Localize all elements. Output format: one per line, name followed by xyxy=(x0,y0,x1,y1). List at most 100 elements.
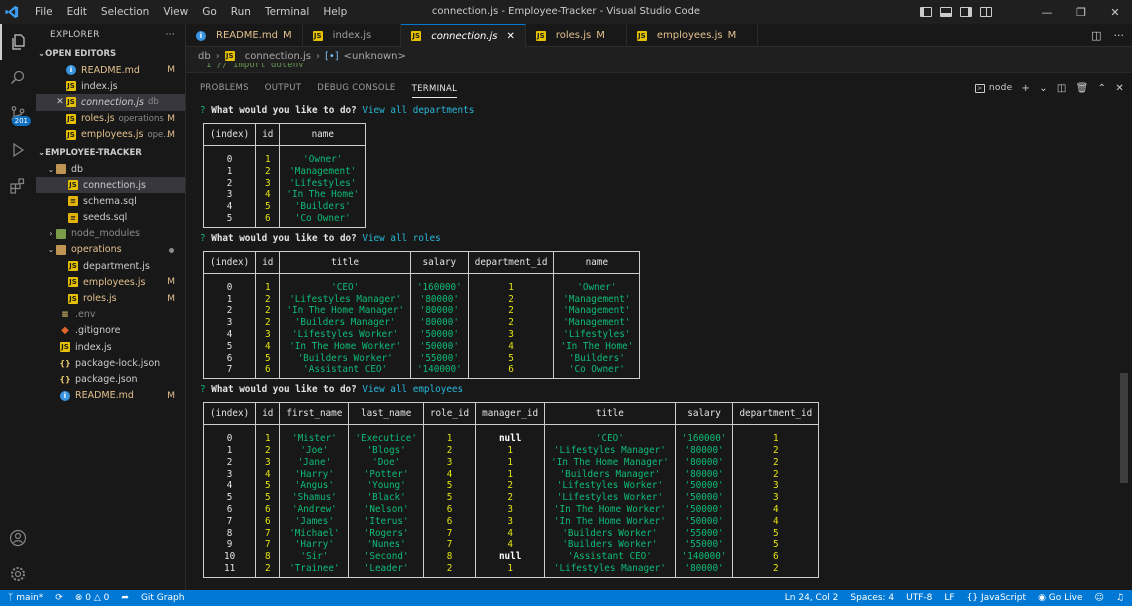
folder-node-modules[interactable]: › node_modules xyxy=(36,226,185,242)
feedback-icon[interactable]: ☺ xyxy=(1095,593,1104,603)
tab-output[interactable]: OUTPUT xyxy=(265,73,301,103)
open-editor-index[interactable]: JS index.js xyxy=(36,78,185,94)
breadcrumb-folder[interactable]: db xyxy=(198,51,211,62)
table-cell: '140000' xyxy=(674,551,734,563)
indentation[interactable]: Spaces: 4 xyxy=(850,593,894,603)
close-tab-icon[interactable]: ✕ xyxy=(506,31,514,42)
line-ending[interactable]: LF xyxy=(944,593,954,603)
settings-gear-icon[interactable] xyxy=(0,556,36,592)
restore-icon[interactable]: ❐ xyxy=(1064,0,1098,24)
close-window-icon[interactable]: ✕ xyxy=(1098,0,1132,24)
chevron-down-icon[interactable]: ⌄ xyxy=(1039,83,1048,94)
file-package-lock[interactable]: {} package-lock.json xyxy=(36,355,185,371)
customize-layout-icon[interactable] xyxy=(980,7,992,17)
close-editor-icon[interactable]: ✕ xyxy=(54,97,66,107)
table-cell: 2 xyxy=(255,165,281,178)
account-icon[interactable] xyxy=(0,520,36,556)
open-editors-section[interactable]: ⌄ OPEN EDITORS xyxy=(36,46,185,62)
table-cell: 'Owner' xyxy=(279,145,367,166)
tab-connection[interactable]: JS connection.js ✕ xyxy=(401,24,526,47)
file-gitignore[interactable]: ◆ .gitignore xyxy=(36,323,185,339)
terminal-scrollbar[interactable] xyxy=(1120,373,1128,483)
column-header: title xyxy=(544,402,676,426)
file-seeds[interactable]: ≡ seeds.sql xyxy=(36,210,185,226)
tab-debug-console[interactable]: DEBUG CONSOLE xyxy=(317,73,395,103)
menu-help[interactable]: Help xyxy=(316,0,354,24)
breadcrumb-file[interactable]: connection.js xyxy=(245,51,311,62)
search-icon[interactable] xyxy=(0,60,36,96)
terminal-selector[interactable]: > node xyxy=(974,83,1013,93)
menu-view[interactable]: View xyxy=(156,0,195,24)
live-share-icon[interactable]: ➦ xyxy=(121,593,129,603)
tab-problems[interactable]: PROBLEMS xyxy=(200,73,249,103)
tab-index[interactable]: JS index.js xyxy=(303,24,402,47)
column-header: (index) xyxy=(202,402,257,426)
table-cell: 'Executice' xyxy=(348,424,424,445)
file-index[interactable]: JS index.js xyxy=(36,339,185,355)
menu-selection[interactable]: Selection xyxy=(94,0,156,24)
file-package[interactable]: {} package.json xyxy=(36,371,185,387)
breadcrumb-symbol[interactable]: <unknown> xyxy=(344,51,406,62)
open-editor-name: README.md xyxy=(81,64,140,76)
table-cell: 5 xyxy=(422,480,477,493)
file-roles[interactable]: JS roles.js M xyxy=(36,290,185,306)
extensions-icon[interactable] xyxy=(0,168,36,204)
problems-status[interactable]: ⊗ 0 △ 0 xyxy=(75,593,110,603)
source-control-icon[interactable]: 201 xyxy=(0,96,36,132)
toggle-primary-sidebar-icon[interactable] xyxy=(920,7,932,17)
table-row: 8 7 'Michael' 'Rogers' 7 4 'Builders Worker' '5… xyxy=(202,527,820,540)
new-terminal-icon[interactable]: + xyxy=(1022,83,1031,94)
folder-db[interactable]: ⌄ db xyxy=(36,161,185,177)
language-mode[interactable]: {} JavaScript xyxy=(967,593,1026,603)
toggle-secondary-sidebar-icon[interactable] xyxy=(960,7,972,17)
file-schema[interactable]: ≡ schema.sql xyxy=(36,193,185,209)
go-live-button[interactable]: ◉ Go Live xyxy=(1038,593,1082,603)
run-debug-icon[interactable] xyxy=(0,132,36,168)
menu-terminal[interactable]: Terminal xyxy=(258,0,316,24)
menu-file[interactable]: File xyxy=(28,0,60,24)
menu-edit[interactable]: Edit xyxy=(60,0,94,24)
table-cell: 0 xyxy=(202,424,257,445)
cursor-position[interactable]: Ln 24, Col 2 xyxy=(785,593,839,603)
file-readme[interactable]: i README.md M xyxy=(36,388,185,404)
project-section[interactable]: ⌄ EMPLOYEE-TRACKER xyxy=(36,145,185,161)
file-employees[interactable]: JS employees.js M xyxy=(36,274,185,290)
notifications-bell-icon[interactable]: ♫ xyxy=(1116,593,1124,603)
menu-run[interactable]: Run xyxy=(224,0,258,24)
more-actions-icon[interactable]: ··· xyxy=(166,30,175,40)
split-editor-icon[interactable]: ◫ xyxy=(1091,29,1101,42)
table-cell: 2 xyxy=(255,317,281,329)
split-terminal-icon[interactable]: ◫ xyxy=(1057,83,1067,94)
tab-terminal[interactable]: TERMINAL xyxy=(411,80,458,98)
trash-icon[interactable]: 🗑 xyxy=(1076,83,1089,94)
maximize-panel-icon[interactable]: ⌃ xyxy=(1098,83,1107,94)
table-row: 11 2 'Trainee' 'Leader' 2 1 'Lifestyles Manage… xyxy=(202,562,820,578)
tab-employees[interactable]: JS employees.js M xyxy=(627,24,759,47)
file-name: package.json xyxy=(75,373,138,385)
sync-icon[interactable]: ⟳ xyxy=(55,593,63,603)
tab-readme[interactable]: i README.md M xyxy=(186,24,303,47)
open-editor-employees[interactable]: JS employees.js ope... M xyxy=(36,127,185,143)
table-cell: 2 xyxy=(732,456,820,469)
toggle-panel-icon[interactable] xyxy=(940,7,952,17)
terminal-output[interactable]: ? What would you like to do? View all de… xyxy=(200,105,1120,589)
minimize-icon[interactable]: — xyxy=(1030,0,1064,24)
open-editors-label: OPEN EDITORS xyxy=(45,49,117,59)
file-connection[interactable]: JS connection.js xyxy=(36,177,185,194)
table-cell: 'Lifestyles Worker' xyxy=(544,492,676,504)
encoding[interactable]: UTF-8 xyxy=(906,593,932,603)
folder-operations[interactable]: ⌄ operations xyxy=(36,242,185,258)
branch-status[interactable]: ᛉ main* xyxy=(8,593,43,603)
open-editor-connection[interactable]: ✕ JS connection.js db xyxy=(36,94,185,111)
open-editor-roles[interactable]: JS roles.js operations M xyxy=(36,111,185,127)
menu-go[interactable]: Go xyxy=(195,0,224,24)
tab-roles[interactable]: JS roles.js M xyxy=(526,24,627,47)
open-editor-readme[interactable]: i README.md M xyxy=(36,62,185,78)
close-panel-icon[interactable]: ✕ xyxy=(1115,83,1124,94)
git-graph-button[interactable]: Git Graph xyxy=(141,593,184,603)
explorer-icon[interactable] xyxy=(0,24,36,60)
more-actions-icon[interactable]: ··· xyxy=(1114,29,1125,42)
file-department[interactable]: JS department.js xyxy=(36,258,185,274)
table-cell: 5 xyxy=(202,340,257,353)
file-env[interactable]: ≡ .env xyxy=(36,307,185,323)
